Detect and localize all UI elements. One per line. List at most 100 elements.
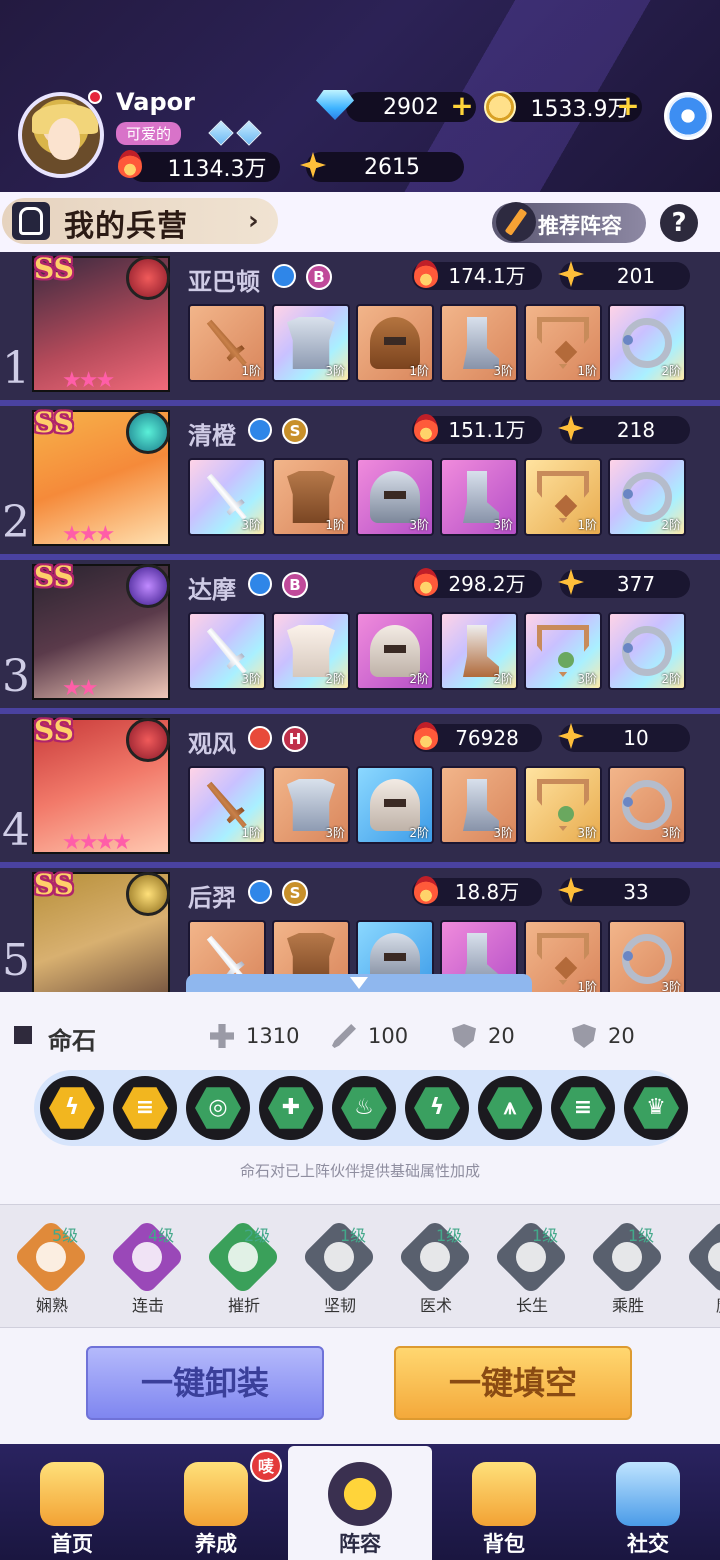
necklace-slot[interactable]: 1阶 xyxy=(524,304,602,382)
blade-gem-icon[interactable]: ≡ xyxy=(113,1076,177,1140)
weapon-slot[interactable]: 3阶 xyxy=(188,458,266,536)
hero-row[interactable]: 2 SS ★★★ 清橙 S 151.1万 218 3阶 1阶 3阶 3阶 1阶 … xyxy=(0,406,720,562)
tier-label: 2阶 xyxy=(661,518,681,532)
necklace-slot[interactable]: 3阶 xyxy=(524,766,602,844)
skill-item[interactable]: 1级 坚韧 xyxy=(292,1218,388,1322)
nav-tab-2[interactable]: 阵容 xyxy=(288,1446,432,1560)
crown-gem-icon[interactable]: ♛ xyxy=(624,1076,688,1140)
necklace-slot[interactable]: 3阶 xyxy=(524,612,602,690)
help-icon[interactable]: ? xyxy=(660,204,698,242)
nav-label: 阵容 xyxy=(339,1531,381,1556)
gold-count: 1533.9万 xyxy=(530,97,630,122)
tier-label: 2阶 xyxy=(661,364,681,378)
boots-slot[interactable]: 2阶 xyxy=(440,612,518,690)
ring-slot[interactable]: 2阶 xyxy=(608,612,686,690)
nav-tab-3[interactable]: 背包 xyxy=(432,1446,576,1560)
class-icon xyxy=(248,880,272,904)
star-rating: ★★★★ xyxy=(62,830,132,855)
tier-label: 3阶 xyxy=(241,518,261,532)
necklace-slot[interactable]: 1阶 xyxy=(524,458,602,536)
hero-level: 33 xyxy=(560,878,690,906)
equipment-icon xyxy=(622,318,672,368)
tier-label: 3阶 xyxy=(325,364,345,378)
ring-slot[interactable]: 2阶 xyxy=(608,304,686,382)
skill-item[interactable]: 4级 连击 xyxy=(100,1218,196,1322)
rank-badge: SS xyxy=(34,560,74,593)
cross-gem-icon[interactable]: ✚ xyxy=(259,1076,323,1140)
settings-gear-icon[interactable] xyxy=(664,92,712,140)
element-icon xyxy=(126,872,170,916)
lightning-gem-icon[interactable]: ϟ xyxy=(405,1076,469,1140)
helmet-slot[interactable]: 3阶 xyxy=(356,458,434,536)
boots-slot[interactable]: 3阶 xyxy=(440,458,518,536)
fill-all-button[interactable]: 一键填空 xyxy=(394,1346,632,1420)
tier-label: 2阶 xyxy=(409,826,429,840)
social-icon xyxy=(616,1462,680,1526)
skill-item[interactable]: 2级 摧折 xyxy=(196,1218,292,1322)
nav-label: 社交 xyxy=(627,1531,669,1556)
helmet-slot[interactable]: 2阶 xyxy=(356,766,434,844)
lightning-gem-icon[interactable]: ϟ xyxy=(40,1076,104,1140)
element-icon xyxy=(126,718,170,762)
rank-badge: SS xyxy=(34,714,74,747)
skill-item[interactable]: 5级 娴熟 xyxy=(4,1218,100,1322)
boots-slot[interactable]: 3阶 xyxy=(440,304,518,382)
shield-gem-icon[interactable]: ⩚ xyxy=(478,1076,542,1140)
tier-label: 1阶 xyxy=(325,518,345,532)
helmet-slot[interactable]: 1阶 xyxy=(356,304,434,382)
equipment-icon xyxy=(622,472,672,522)
class-icon xyxy=(248,726,272,750)
skill-level: 1级 xyxy=(628,1226,655,1245)
player-avatar[interactable] xyxy=(18,92,104,178)
coin-icon xyxy=(484,91,516,123)
ring-slot[interactable]: 2阶 xyxy=(608,458,686,536)
skill-level: 1级 xyxy=(436,1226,463,1245)
weapon-slot[interactable]: 3阶 xyxy=(188,612,266,690)
skill-item[interactable]: 1级 医术 xyxy=(388,1218,484,1322)
add-diamond-button[interactable]: + xyxy=(450,92,474,120)
rank-badge: SS xyxy=(34,252,74,285)
eye-gem-icon[interactable]: ◎ xyxy=(186,1076,250,1140)
armor-slot[interactable]: 3阶 xyxy=(272,304,350,382)
nav-tab-0[interactable]: 首页 xyxy=(0,1446,144,1560)
hero-name: 后羿 xyxy=(188,883,236,912)
tier-label: 3阶 xyxy=(577,826,597,840)
ring-slot[interactable]: 3阶 xyxy=(608,766,686,844)
flask-gem-icon[interactable]: ♨ xyxy=(332,1076,396,1140)
tier-label: 1阶 xyxy=(241,364,261,378)
armor-slot[interactable]: 3阶 xyxy=(272,766,350,844)
weapon-slot[interactable]: 1阶 xyxy=(188,304,266,382)
equipment-icon xyxy=(622,626,672,676)
tier-label: 1阶 xyxy=(577,518,597,532)
collapse-handle[interactable] xyxy=(186,974,532,992)
class-icon xyxy=(248,572,272,596)
hero-row[interactable]: 1 SS ★★★ 亚巴顿 B 174.1万 201 1阶 3阶 1阶 3阶 1阶… xyxy=(0,252,720,408)
skill-item[interactable]: 1级 长生 xyxy=(484,1218,580,1322)
helmet-slot[interactable]: 2阶 xyxy=(356,612,434,690)
ring-slot[interactable]: 3阶 xyxy=(608,920,686,992)
blade-gem-icon[interactable]: ≡ xyxy=(551,1076,615,1140)
armor-slot[interactable]: 1阶 xyxy=(272,458,350,536)
new-badge: 唛 xyxy=(250,1450,282,1482)
weapon-slot[interactable]: 1阶 xyxy=(188,766,266,844)
skill-item[interactable]: 魔 xyxy=(676,1218,720,1322)
hero-row[interactable]: 4 SS ★★★★ 观风 H 76928 10 1阶 3阶 2阶 3阶 3阶 3… xyxy=(0,714,720,870)
hero-row[interactable]: 3 SS ★★ 达摩 B 298.2万 377 3阶 2阶 2阶 2阶 3阶 2… xyxy=(0,560,720,716)
necklace-slot[interactable]: 1阶 xyxy=(524,920,602,992)
hero-name: 清橙 xyxy=(188,421,236,450)
armor-slot[interactable]: 2阶 xyxy=(272,612,350,690)
bag-icon xyxy=(472,1462,536,1526)
skill-name: 娴熟 xyxy=(35,1296,68,1315)
fate-stone-note: 命石对已上阵伙伴提供基础属性加成 xyxy=(239,1162,480,1180)
lineup-icon xyxy=(328,1462,392,1526)
tier-label: 3阶 xyxy=(577,672,597,686)
unequip-all-button[interactable]: 一键卸装 xyxy=(86,1346,324,1420)
add-gold-button[interactable]: + xyxy=(616,92,640,120)
hero-name: 观风 xyxy=(188,729,236,758)
tier-label: 2阶 xyxy=(325,672,345,686)
skill-item[interactable]: 1级 乘胜 xyxy=(580,1218,676,1322)
nav-tab-4[interactable]: 社交 xyxy=(576,1446,720,1560)
boots-slot[interactable]: 3阶 xyxy=(440,766,518,844)
tier-label: 3阶 xyxy=(241,672,261,686)
skill-name: 长生 xyxy=(515,1296,548,1315)
